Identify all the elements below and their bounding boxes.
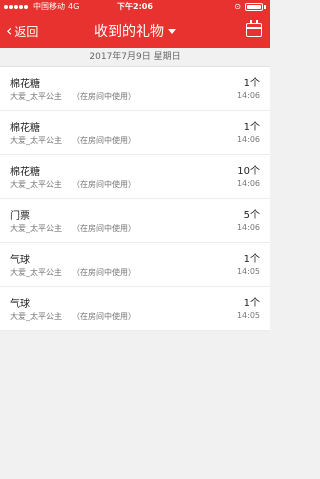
gift-name: 门票 — [10, 211, 30, 222]
status-time: 下午2:06 — [117, 2, 153, 11]
page-title: 收到的礼物 — [94, 24, 164, 40]
battery-tip — [264, 5, 266, 9]
gift-time: 14:06 — [236, 223, 260, 232]
gift-note: （在房间中使用） — [72, 180, 136, 189]
gift-sender: 大爱_太平公主 — [10, 92, 62, 101]
gift-quantity: 1个 — [243, 298, 260, 309]
gift-time: 14:06 — [236, 91, 260, 100]
header: 中国移动 4G 下午2:06 ⊙ ‹ 返回 收到的礼物 — [0, 0, 270, 48]
gift-quantity: 10个 — [237, 166, 260, 177]
gift-sender-line: 大爱_太平公主 （在房间中使用） — [10, 223, 136, 234]
list-item[interactable]: 棉花糖 大爱_太平公主 （在房间中使用） 1个 14:06 — [0, 67, 270, 111]
navigation-bar: ‹ 返回 收到的礼物 — [0, 14, 270, 48]
gift-note: （在房间中使用） — [72, 312, 136, 321]
list-item[interactable]: 棉花糖 大爱_太平公主 （在房间中使用） 1个 14:06 — [0, 111, 270, 155]
gift-note: （在房间中使用） — [72, 268, 136, 277]
date-header: 2017年7月9日 星期日 — [0, 48, 270, 67]
gift-note: （在房间中使用） — [72, 224, 136, 233]
gift-name: 棉花糖 — [10, 79, 40, 90]
rotation-lock-icon: ⊙ — [234, 2, 241, 11]
calendar-icon[interactable] — [246, 20, 262, 37]
gift-sender-line: 大爱_太平公主 （在房间中使用） — [10, 91, 136, 102]
chevron-left-icon: ‹ — [6, 21, 13, 40]
gift-quantity: 1个 — [243, 254, 260, 265]
gift-quantity: 1个 — [243, 122, 260, 133]
gift-time: 14:05 — [236, 267, 260, 276]
gift-sender-line: 大爱_太平公主 （在房间中使用） — [10, 179, 136, 190]
gift-note: （在房间中使用） — [72, 92, 136, 101]
status-right: ⊙ — [234, 0, 266, 14]
gift-sender: 大爱_太平公主 — [10, 224, 62, 233]
gift-quantity: 5个 — [243, 210, 260, 221]
gift-sender-line: 大爱_太平公主 （在房间中使用） — [10, 267, 136, 278]
gift-sender: 大爱_太平公主 — [10, 136, 62, 145]
list-item[interactable]: 棉花糖 大爱_太平公主 （在房间中使用） 10个 14:06 — [0, 155, 270, 199]
gift-quantity: 1个 — [243, 78, 260, 89]
list-item[interactable]: 门票 大爱_太平公主 （在房间中使用） 5个 14:06 — [0, 199, 270, 243]
battery-icon — [245, 3, 263, 11]
gift-sender: 大爱_太平公主 — [10, 312, 62, 321]
gift-time: 14:06 — [236, 135, 260, 144]
gift-list: 棉花糖 大爱_太平公主 （在房间中使用） 1个 14:06 棉花糖 大爱_太平公主… — [0, 67, 270, 331]
gift-time: 14:06 — [236, 179, 260, 188]
gift-sender: 大爱_太平公主 — [10, 268, 62, 277]
gift-sender: 大爱_太平公主 — [10, 180, 62, 189]
gift-sender-line: 大爱_太平公主 （在房间中使用） — [10, 135, 136, 146]
gift-name: 棉花糖 — [10, 123, 40, 134]
gift-sender-line: 大爱_太平公主 （在房间中使用） — [10, 311, 136, 322]
page-title-dropdown[interactable]: 收到的礼物 — [94, 21, 176, 41]
back-button[interactable]: ‹ 返回 — [6, 14, 38, 48]
gift-time: 14:05 — [236, 311, 260, 320]
gift-name: 棉花糖 — [10, 167, 40, 178]
caret-down-icon — [168, 28, 176, 34]
gift-name: 气球 — [10, 299, 30, 310]
status-bar: 中国移动 4G 下午2:06 ⊙ — [0, 0, 270, 14]
list-item[interactable]: 气球 大爱_太平公主 （在房间中使用） 1个 14:05 — [0, 243, 270, 287]
gift-note: （在房间中使用） — [72, 136, 136, 145]
list-item[interactable]: 气球 大爱_太平公主 （在房间中使用） 1个 14:05 — [0, 287, 270, 331]
back-label: 返回 — [14, 24, 39, 39]
gift-name: 气球 — [10, 255, 30, 266]
